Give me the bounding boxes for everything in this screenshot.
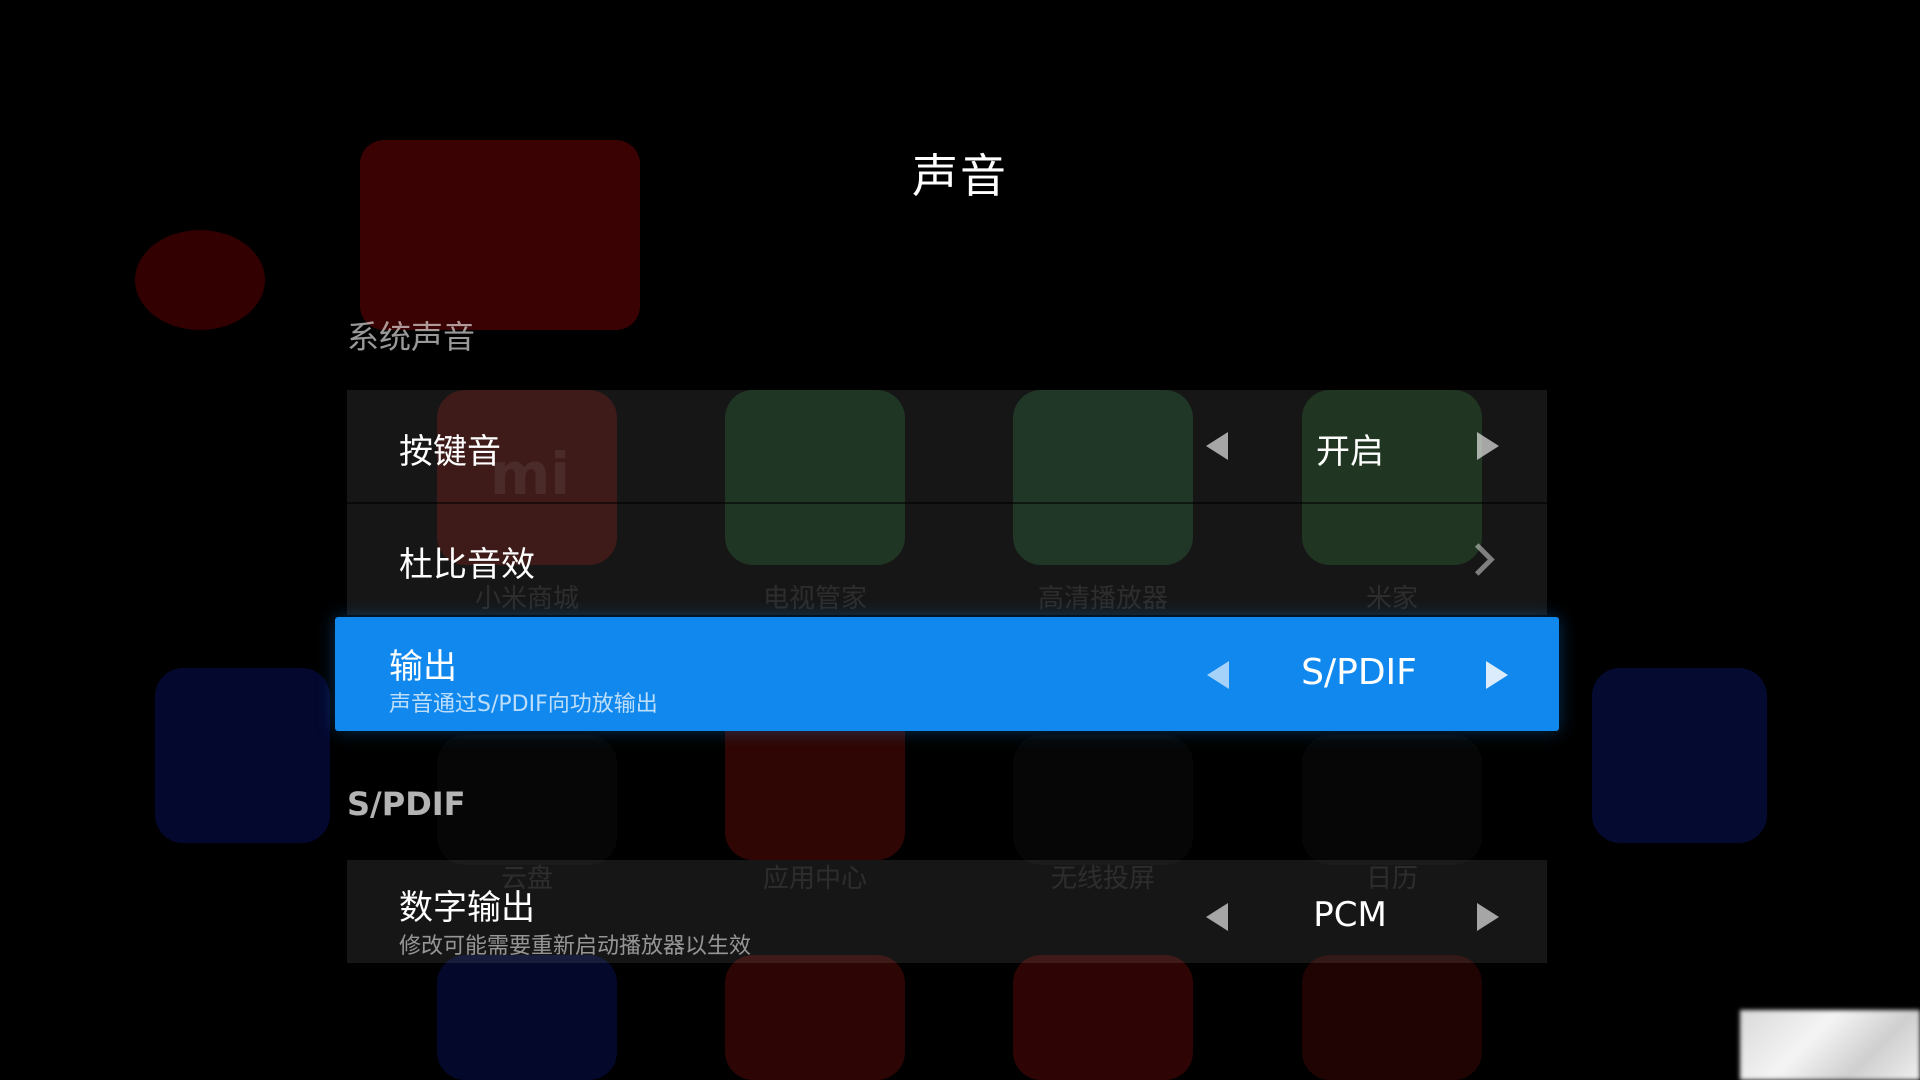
right-triangle-arrow-icon[interactable] — [1477, 903, 1499, 931]
chevron-right-icon — [1462, 543, 1495, 576]
bg-app-tile-cast — [1013, 735, 1193, 865]
setting-subtitle: 声音通过S/PDIF向功放输出 — [389, 692, 658, 717]
setting-label: 按键音 — [399, 432, 501, 472]
bg-app-tile — [437, 955, 617, 1080]
setting-label: 数字输出 — [399, 888, 535, 928]
left-triangle-arrow-icon[interactable] — [1206, 432, 1228, 460]
setting-value: S/PDIF — [1301, 652, 1417, 693]
right-triangle-arrow-icon[interactable] — [1486, 661, 1508, 689]
setting-row-output[interactable]: 输出 声音通过S/PDIF向功放输出 S/PDIF — [335, 617, 1559, 731]
bg-app-tile — [725, 955, 905, 1080]
setting-value: PCM — [1313, 895, 1387, 935]
bg-app-tile-calendar — [1302, 735, 1482, 865]
background-decoration — [135, 230, 265, 330]
setting-row-key-sound[interactable]: 按键音 开启 — [347, 390, 1547, 502]
bg-side-tile-left — [155, 668, 330, 843]
bg-side-tile-right — [1592, 668, 1767, 843]
setting-value: 开启 — [1316, 432, 1384, 472]
section-header-system-sound: 系统声音 — [347, 318, 476, 356]
setting-label: 输出 — [389, 647, 457, 687]
left-triangle-arrow-icon[interactable] — [1206, 903, 1228, 931]
right-triangle-arrow-icon[interactable] — [1477, 432, 1499, 460]
bg-app-tile — [1302, 955, 1482, 1080]
bg-app-tile — [1013, 955, 1193, 1080]
left-triangle-arrow-icon[interactable] — [1207, 661, 1229, 689]
page-title: 声音 — [912, 149, 1008, 203]
setting-row-digital-output[interactable]: 数字输出 修改可能需要重新启动播放器以生效 PCM — [347, 860, 1547, 963]
setting-row-dolby[interactable]: 杜比音效 — [347, 504, 1547, 615]
setting-subtitle: 修改可能需要重新启动播放器以生效 — [399, 934, 752, 959]
section-header-spdif: S/PDIF — [347, 785, 466, 823]
setting-label: 杜比音效 — [399, 545, 535, 585]
corner-blur-artifact — [1740, 1010, 1920, 1080]
